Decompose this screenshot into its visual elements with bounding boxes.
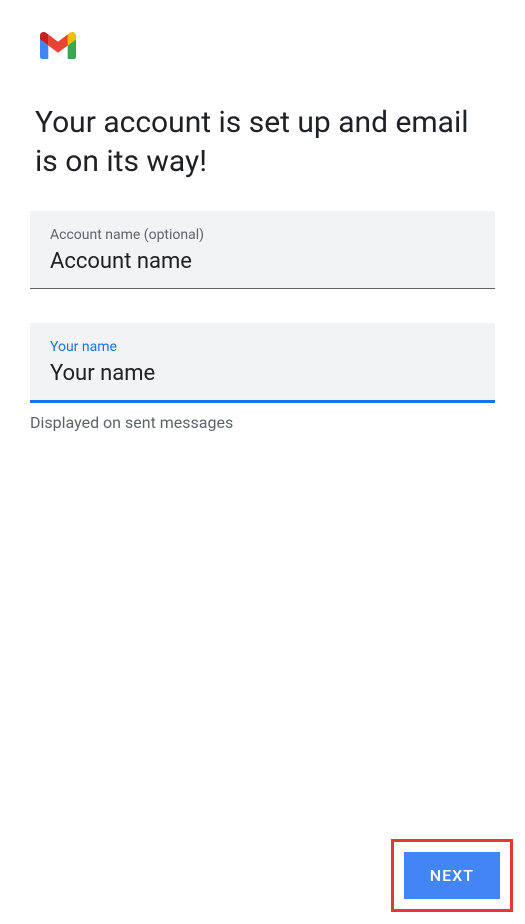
highlight-box: NEXT <box>391 839 513 912</box>
logo-container <box>0 0 525 63</box>
account-name-field[interactable]: Account name (optional) <box>30 211 495 289</box>
account-name-input[interactable] <box>50 249 475 274</box>
your-name-field[interactable]: Your name <box>30 323 495 403</box>
account-name-label: Account name (optional) <box>50 227 475 243</box>
your-name-input[interactable] <box>50 361 475 386</box>
gmail-icon <box>40 32 76 59</box>
your-name-label: Your name <box>50 339 475 355</box>
your-name-helper: Displayed on sent messages <box>0 403 525 432</box>
next-button[interactable]: NEXT <box>404 852 500 899</box>
page-title: Your account is set up and email is on i… <box>0 63 525 211</box>
